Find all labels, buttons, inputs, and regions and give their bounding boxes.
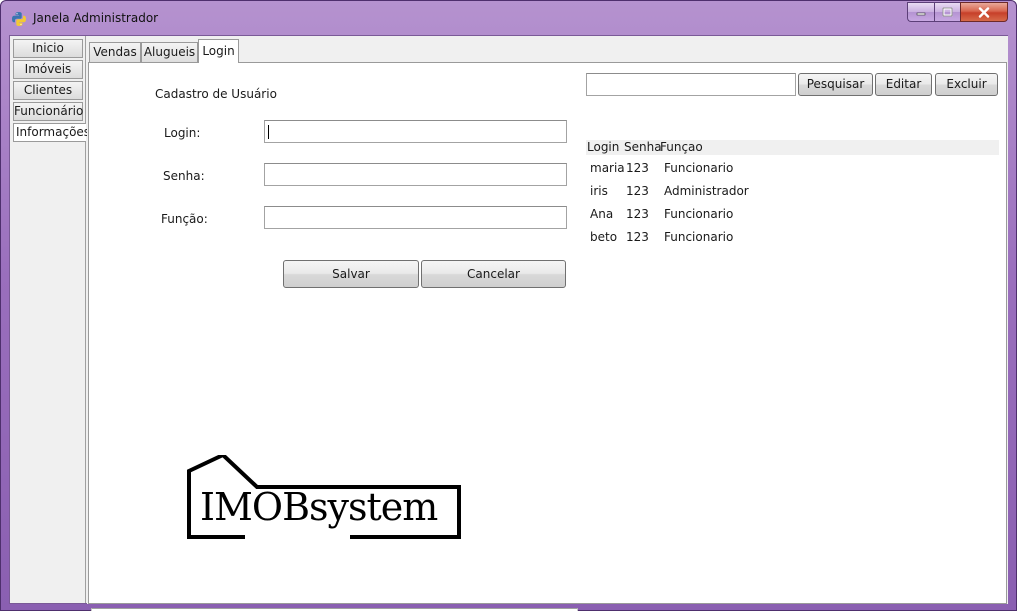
cell-login: iris: [590, 184, 608, 198]
sidebar-item-clientes[interactable]: Clientes: [13, 81, 83, 100]
cancel-button[interactable]: Cancelar: [421, 260, 566, 288]
search-button[interactable]: Pesquisar: [798, 73, 873, 96]
cell-funcao: Administrador: [664, 184, 749, 198]
sidebar-item-imoveis[interactable]: Imóveis: [13, 60, 83, 79]
app-window: Janela Administrador Inicio Imóveis Clie…: [0, 0, 1017, 611]
cell-login: Ana: [590, 207, 614, 221]
cell-login: maria: [590, 161, 625, 175]
window-controls: [907, 2, 1008, 22]
text-caret: [268, 125, 269, 139]
sidebar-item-inicio[interactable]: Inicio: [13, 39, 83, 58]
login-label: Login:: [164, 126, 201, 140]
edit-button[interactable]: Editar: [875, 73, 932, 96]
users-table-header: Login Senha Funçao: [586, 140, 999, 155]
tab-login[interactable]: Login: [198, 39, 239, 63]
python-icon: [12, 12, 26, 26]
cell-senha: 123: [626, 230, 649, 244]
sidebar-item-informacoes[interactable]: Informações: [13, 123, 90, 142]
cell-funcao: Funcionario: [664, 161, 734, 175]
search-input[interactable]: [586, 73, 796, 96]
tab-alugueis[interactable]: Alugueis: [141, 42, 198, 62]
cell-senha: 123: [626, 184, 649, 198]
save-button[interactable]: Salvar: [283, 260, 419, 288]
delete-button[interactable]: Excluir: [935, 73, 998, 96]
cell-senha: 123: [626, 161, 649, 175]
login-tab-page: Cadastro de Usuário Login: Senha: Função…: [88, 62, 1007, 611]
tab-vendas[interactable]: Vendas: [89, 42, 141, 62]
senha-label: Senha:: [163, 169, 205, 183]
imobsystem-logo: IMOBsystem: [185, 455, 461, 547]
minimize-icon: [916, 12, 926, 16]
cell-login: beto: [590, 230, 618, 244]
sidebar-item-funcionario[interactable]: Funcionário: [13, 102, 83, 121]
funcao-label: Função:: [161, 212, 208, 226]
close-button[interactable]: [960, 2, 1008, 22]
funcao-field[interactable]: [264, 206, 567, 229]
column-header-senha[interactable]: Senha: [624, 140, 662, 155]
cell-funcao: Funcionario: [664, 230, 734, 244]
senha-field[interactable]: [264, 163, 567, 186]
sidebar: Inicio Imóveis Clientes Funcionário Info…: [10, 36, 90, 603]
window-title: Janela Administrador: [33, 11, 159, 25]
cell-funcao: Funcionario: [664, 207, 734, 221]
maximize-button[interactable]: [934, 2, 960, 22]
title-bar[interactable]: Janela Administrador: [1, 1, 1016, 35]
section-title: Cadastro de Usuário: [155, 87, 277, 101]
login-field[interactable]: [264, 120, 567, 143]
cell-senha: 123: [626, 207, 649, 221]
minimize-button[interactable]: [907, 2, 934, 22]
close-icon: [978, 6, 990, 18]
column-header-funcao[interactable]: Funçao: [660, 140, 703, 155]
maximize-icon: [942, 7, 953, 17]
logo-text: IMOBsystem: [200, 485, 438, 529]
client-area: Inicio Imóveis Clientes Funcionário Info…: [9, 35, 1008, 611]
column-header-login[interactable]: Login: [587, 140, 619, 155]
main-panel: Vendas Alugueis Login Cadastro de Usuári…: [87, 36, 1008, 611]
